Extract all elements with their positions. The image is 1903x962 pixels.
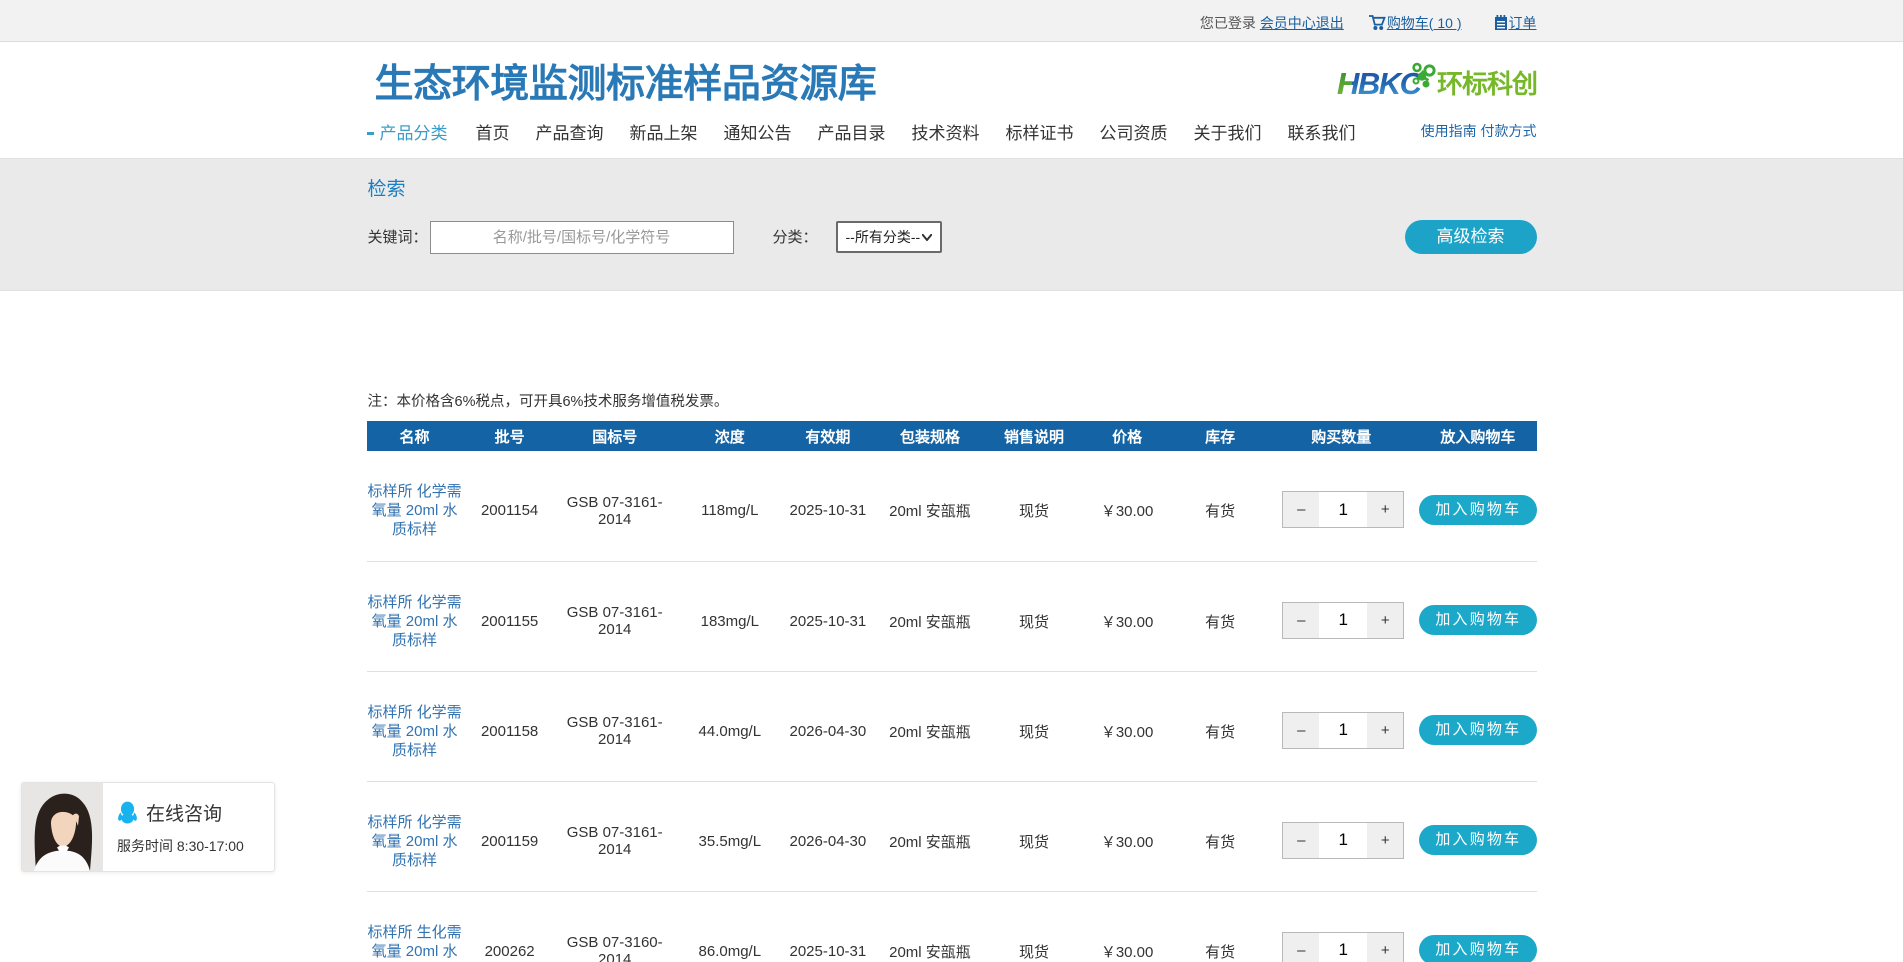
svg-text:环标科创: 环标科创 [1437, 69, 1537, 99]
